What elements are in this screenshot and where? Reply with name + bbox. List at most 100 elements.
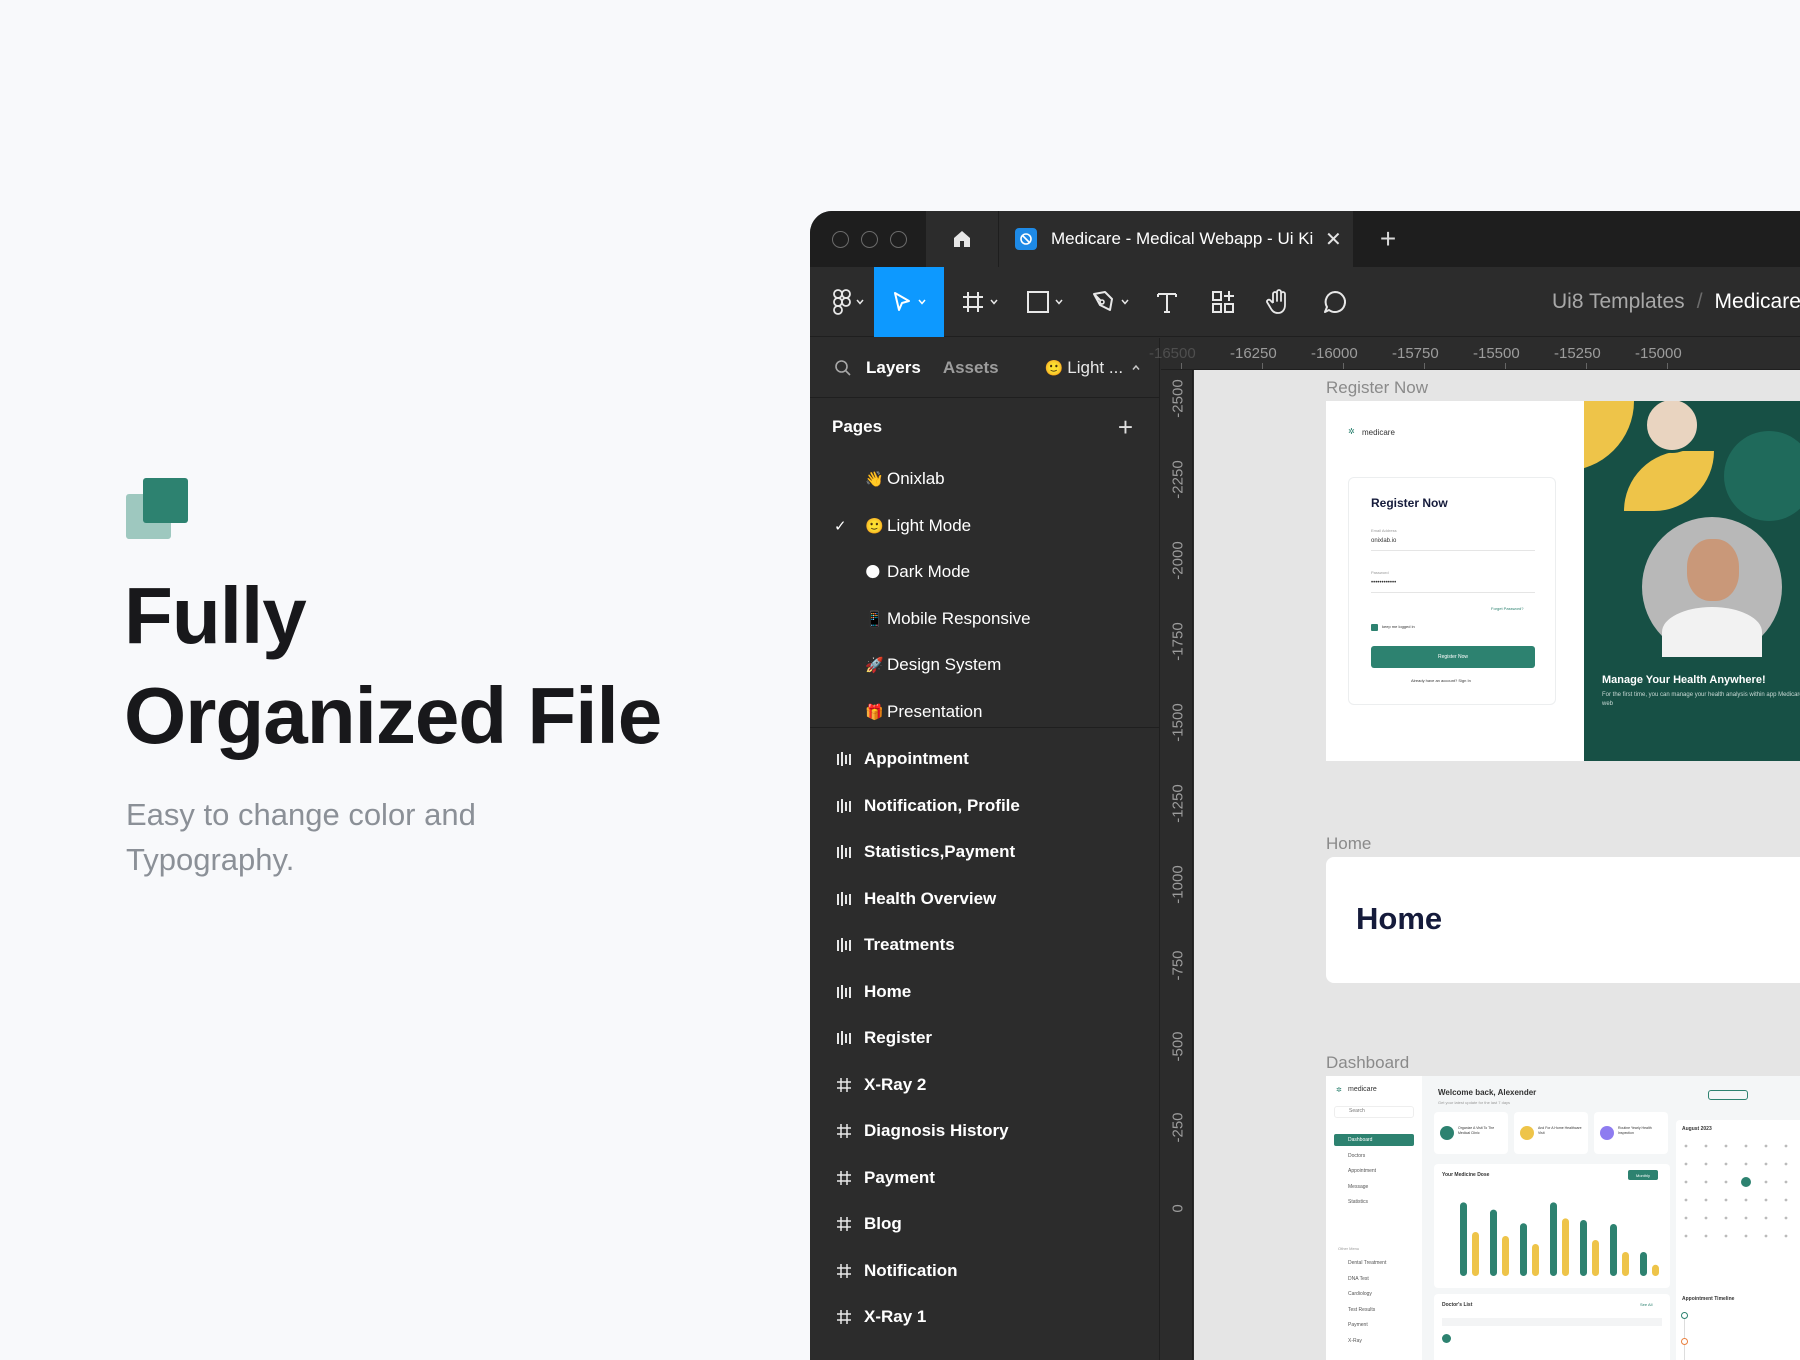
- calendar-day[interactable]: [1741, 1177, 1751, 1187]
- page-item[interactable]: 📱 Mobile Responsive: [810, 596, 1159, 643]
- calendar-day[interactable]: [1724, 1216, 1728, 1220]
- dash-other-menu-item[interactable]: DNA Test: [1334, 1276, 1369, 1282]
- dash-other-menu-item[interactable]: X-Ray: [1334, 1338, 1362, 1344]
- calendar-day[interactable]: [1684, 1198, 1688, 1202]
- dash-other-menu-item[interactable]: Test Results: [1334, 1307, 1375, 1313]
- calendar-day[interactable]: [1784, 1216, 1788, 1220]
- frame-label-home[interactable]: Home: [1326, 834, 1371, 854]
- dash-action-card[interactable]: And For A Home Healthcare Visit: [1514, 1112, 1588, 1154]
- layer-item[interactable]: Register: [810, 1015, 1159, 1062]
- layer-item[interactable]: Payment: [810, 1155, 1159, 1202]
- calendar-day[interactable]: [1724, 1234, 1728, 1238]
- layer-item[interactable]: Treatments: [810, 922, 1159, 969]
- shape-tool-button[interactable]: [1015, 267, 1075, 337]
- tab-layers[interactable]: Layers: [866, 358, 921, 378]
- calendar-day[interactable]: [1744, 1216, 1748, 1220]
- keep-logged-checkbox[interactable]: [1371, 624, 1378, 631]
- layer-item[interactable]: Health Overview: [810, 876, 1159, 923]
- calendar-day[interactable]: [1764, 1234, 1768, 1238]
- layer-item[interactable]: Home: [810, 969, 1159, 1016]
- tab-assets[interactable]: Assets: [943, 358, 999, 378]
- calendar-day[interactable]: [1784, 1234, 1788, 1238]
- calendar-day[interactable]: [1764, 1216, 1768, 1220]
- calendar-day[interactable]: [1704, 1180, 1708, 1184]
- calendar-day[interactable]: [1684, 1180, 1688, 1184]
- calendar-day[interactable]: [1704, 1144, 1708, 1148]
- breadcrumb-project[interactable]: Medicare: [1715, 290, 1800, 314]
- minimize-window-button[interactable]: [861, 231, 878, 248]
- register-button[interactable]: Register Now: [1371, 646, 1535, 668]
- calendar-day[interactable]: [1784, 1198, 1788, 1202]
- calendar-day[interactable]: [1684, 1216, 1688, 1220]
- calendar-day[interactable]: [1764, 1180, 1768, 1184]
- calendar-day[interactable]: [1684, 1144, 1688, 1148]
- breadcrumb-team[interactable]: Ui8 Templates: [1552, 290, 1685, 314]
- maximize-window-button[interactable]: [890, 231, 907, 248]
- dash-menu-item[interactable]: Dashboard: [1334, 1134, 1414, 1146]
- calendar-day[interactable]: [1684, 1234, 1688, 1238]
- calendar-day[interactable]: [1724, 1180, 1728, 1184]
- dash-menu-item[interactable]: Doctors: [1334, 1150, 1414, 1162]
- dash-week-select[interactable]: [1708, 1090, 1748, 1100]
- page-item[interactable]: 👋 Onixlab: [810, 456, 1159, 503]
- search-icon[interactable]: [834, 359, 852, 377]
- dash-doctors-see-all[interactable]: See All: [1640, 1302, 1652, 1307]
- calendar-day[interactable]: [1744, 1198, 1748, 1202]
- dash-search-input[interactable]: Search: [1334, 1106, 1414, 1118]
- current-page-selector[interactable]: 🙂 Light ...: [1045, 358, 1141, 378]
- dash-menu-item[interactable]: Message: [1334, 1181, 1414, 1193]
- page-item[interactable]: 🎁 Presentation: [810, 689, 1159, 736]
- add-page-button[interactable]: +: [1118, 414, 1133, 440]
- close-tab-icon[interactable]: ✕: [1325, 227, 1342, 252]
- close-window-button[interactable]: [832, 231, 849, 248]
- pen-tool-button[interactable]: [1080, 267, 1140, 337]
- calendar-day[interactable]: [1784, 1144, 1788, 1148]
- calendar-day[interactable]: [1704, 1162, 1708, 1166]
- dash-other-menu-item[interactable]: Payment: [1334, 1322, 1368, 1328]
- frame-tool-button[interactable]: [950, 267, 1010, 337]
- resources-tool-button[interactable]: [1198, 267, 1248, 337]
- page-item[interactable]: 🚀 Design System: [810, 642, 1159, 689]
- page-item[interactable]: ✓ 🙂 Light Mode: [810, 503, 1159, 550]
- main-menu-button[interactable]: [824, 267, 874, 337]
- dash-action-card[interactable]: Routine Yearly Health Inspection: [1594, 1112, 1668, 1154]
- frame-dashboard[interactable]: ✲ medicare Search Dashboard Doctors Appoin…: [1326, 1076, 1800, 1360]
- layer-item[interactable]: Statistics,Payment: [810, 829, 1159, 876]
- new-tab-button[interactable]: +: [1363, 211, 1413, 267]
- text-tool-button[interactable]: [1142, 267, 1192, 337]
- calendar-day[interactable]: [1704, 1198, 1708, 1202]
- calendar-day[interactable]: [1764, 1144, 1768, 1148]
- canvas[interactable]: Register Now ✲ medicare Register Now Ema…: [1194, 370, 1800, 1360]
- layer-item[interactable]: Diagnosis History: [810, 1108, 1159, 1155]
- calendar-day[interactable]: [1704, 1216, 1708, 1220]
- home-tab[interactable]: [926, 211, 998, 267]
- calendar-day[interactable]: [1784, 1180, 1788, 1184]
- file-tab[interactable]: Medicare - Medical Webapp - Ui Ki ✕: [998, 211, 1353, 267]
- email-field[interactable]: onixlab.io: [1371, 538, 1396, 544]
- frame-register[interactable]: ✲ medicare Register Now Email Address on…: [1326, 401, 1800, 761]
- layer-item[interactable]: Notification: [810, 1248, 1159, 1295]
- calendar-day[interactable]: [1704, 1234, 1708, 1238]
- calendar-day[interactable]: [1744, 1144, 1748, 1148]
- forgot-password-link[interactable]: Forget Password?: [1491, 606, 1523, 611]
- dash-action-card[interactable]: Organize A Visit To The Medical Clinic: [1434, 1112, 1508, 1154]
- dash-menu-item[interactable]: Appointment: [1334, 1165, 1414, 1177]
- calendar-day[interactable]: [1724, 1198, 1728, 1202]
- hand-tool-button[interactable]: [1254, 267, 1304, 337]
- frame-label-register[interactable]: Register Now: [1326, 378, 1428, 398]
- sign-in-link[interactable]: Already have an account? Sign In: [1411, 678, 1471, 683]
- calendar-day[interactable]: [1744, 1162, 1748, 1166]
- layer-item[interactable]: X-Ray 1: [810, 1294, 1159, 1341]
- calendar-day[interactable]: [1724, 1162, 1728, 1166]
- comment-tool-button[interactable]: [1310, 267, 1360, 337]
- layer-item[interactable]: Notification, Profile: [810, 783, 1159, 830]
- move-tool-button[interactable]: [874, 267, 944, 337]
- password-field[interactable]: ••••••••••••: [1371, 580, 1396, 586]
- calendar-day[interactable]: [1764, 1198, 1768, 1202]
- dash-other-menu-item[interactable]: Cardiology: [1334, 1291, 1372, 1297]
- page-item[interactable]: 🌑 Dark Mode: [810, 549, 1159, 596]
- frame-home[interactable]: Home: [1326, 857, 1800, 983]
- layer-item[interactable]: Appointment: [810, 736, 1159, 783]
- calendar-day[interactable]: [1744, 1234, 1748, 1238]
- dash-menu-item[interactable]: Statistics: [1334, 1196, 1414, 1208]
